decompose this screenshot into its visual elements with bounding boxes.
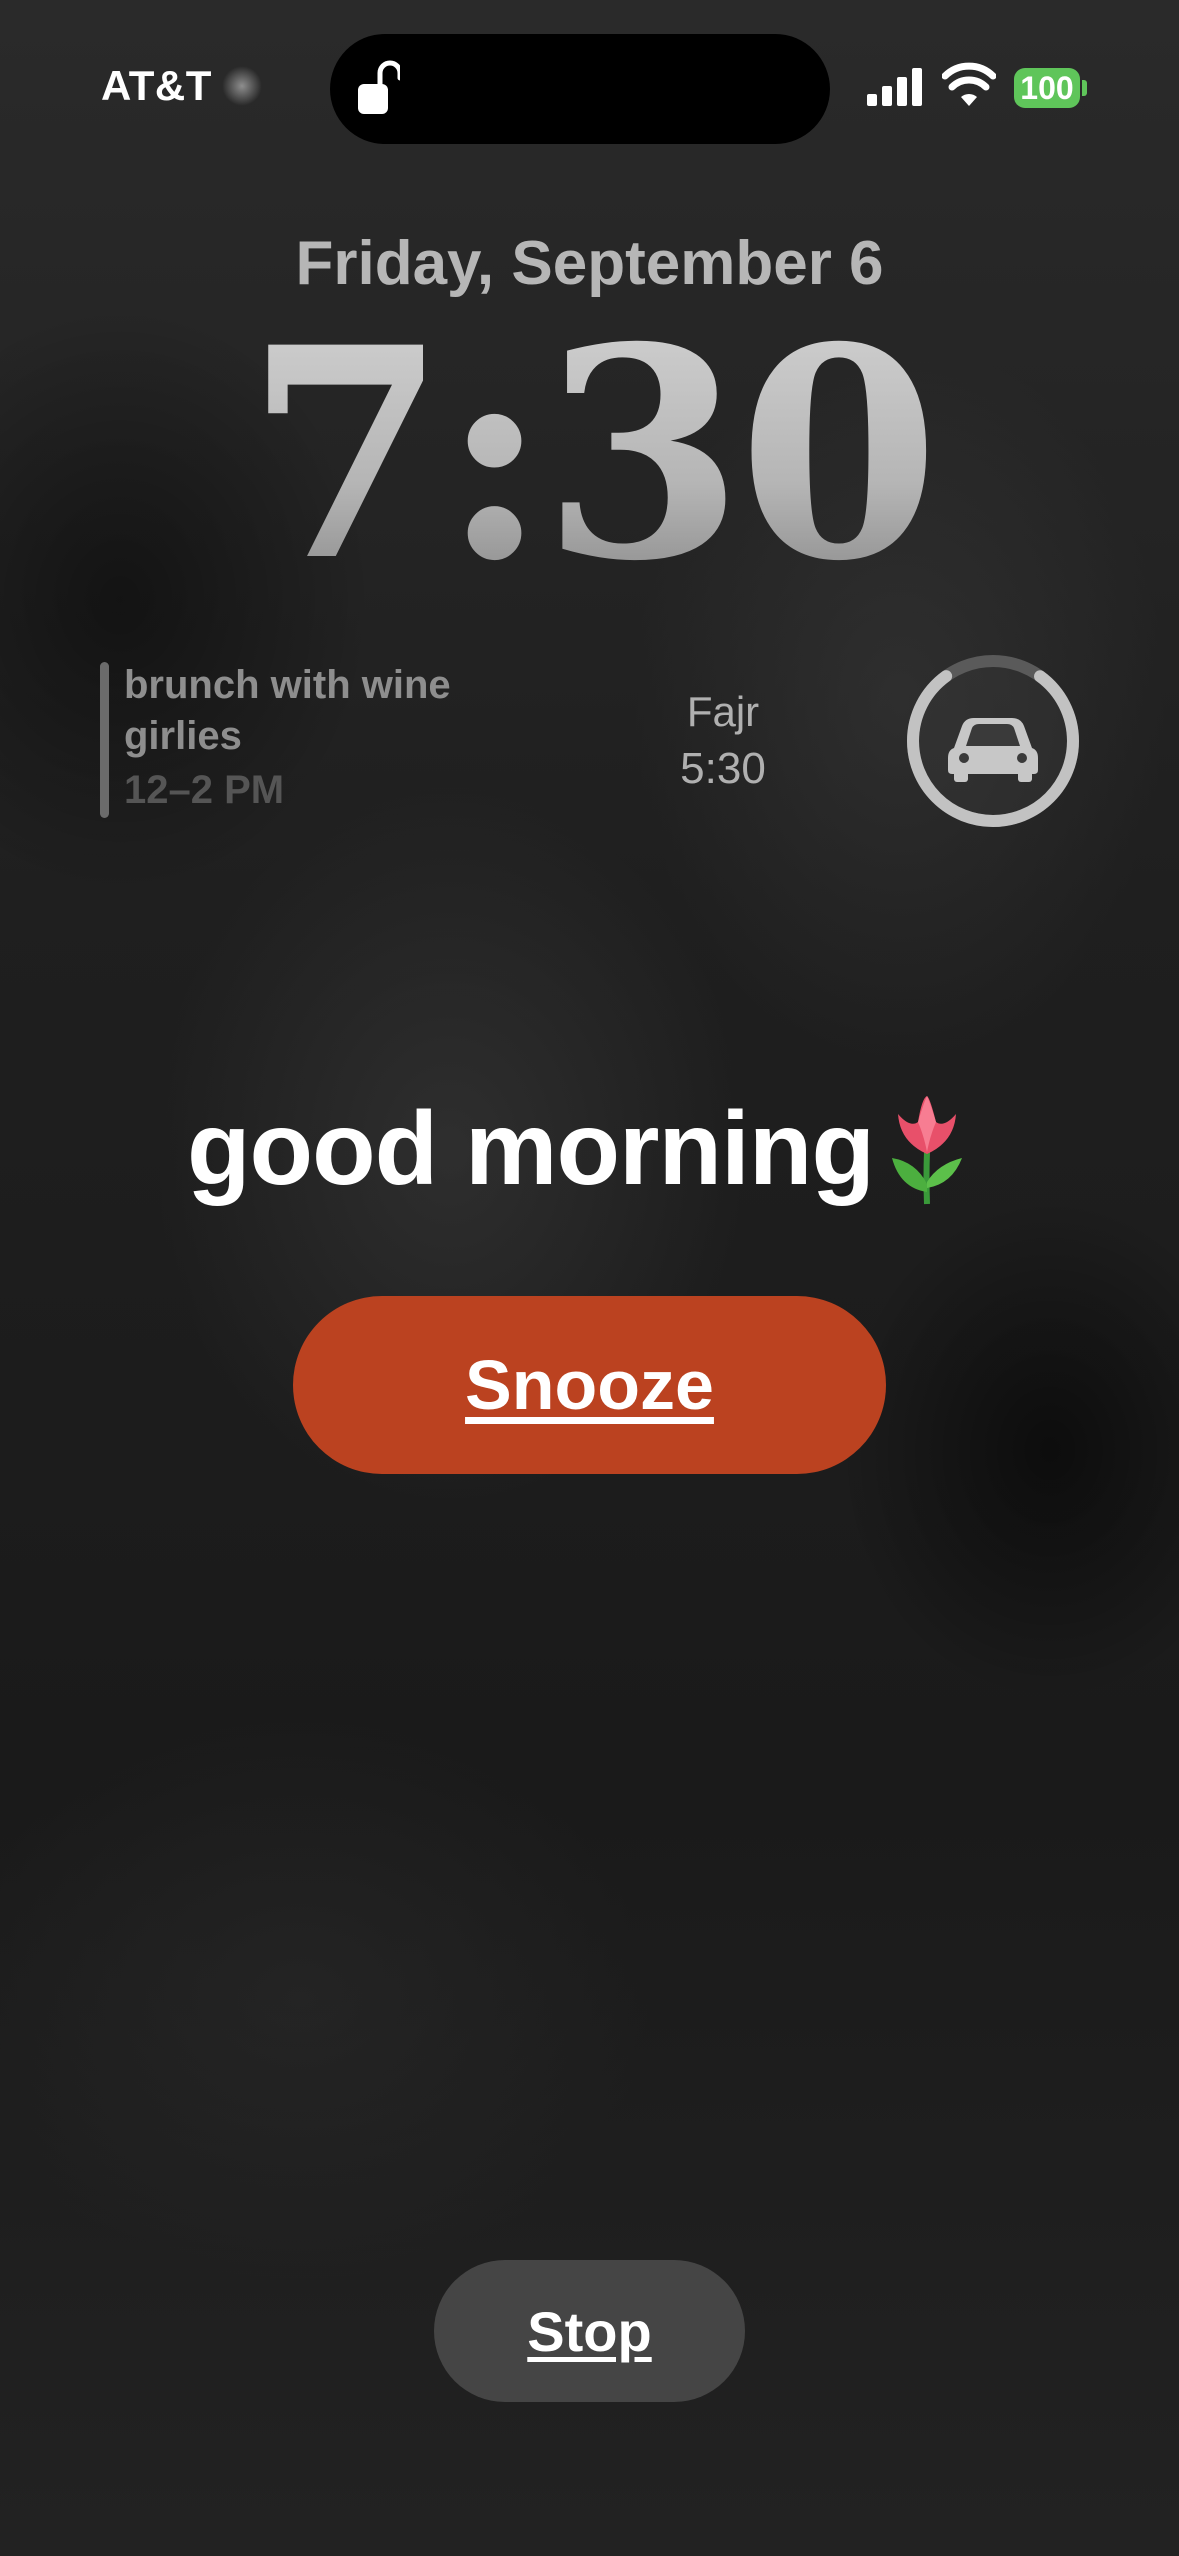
- prayer-time: 5:30: [680, 744, 766, 793]
- calendar-event-title[interactable]: brunch with wine girlies: [124, 660, 484, 762]
- activity-indicator: [222, 66, 262, 106]
- battery-terminal: [1082, 80, 1087, 96]
- alarm-label: good morning: [187, 1091, 875, 1207]
- battery-icon: 100: [1014, 68, 1080, 108]
- alarm-label-wrap: good morning: [0, 1090, 1179, 1209]
- dynamic-island: [330, 34, 830, 144]
- calendar-event-time: 12–2 PM: [124, 768, 285, 812]
- lock-open-icon: [358, 60, 400, 114]
- snooze-button[interactable]: Snooze: [293, 1296, 886, 1474]
- stop-button[interactable]: Stop: [434, 2260, 745, 2402]
- prayer-name[interactable]: Fajr: [640, 688, 806, 736]
- lock-screen-time: 7:30: [0, 310, 1179, 600]
- car-battery-widget[interactable]: [904, 652, 1082, 830]
- tulip-icon: [892, 1096, 962, 1205]
- carrier-label: AT&T: [101, 62, 212, 109]
- wifi-icon: [942, 62, 996, 106]
- calendar-event-bar: [100, 662, 109, 818]
- cellular-signal-icon: [867, 68, 922, 106]
